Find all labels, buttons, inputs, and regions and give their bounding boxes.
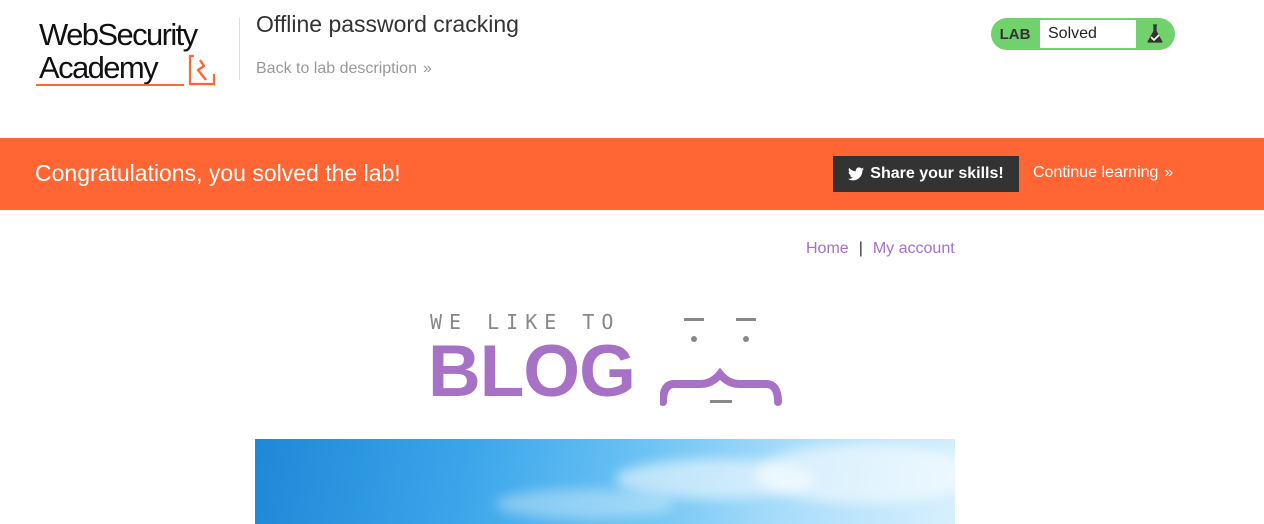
blog-logo-word: BLOG — [428, 331, 636, 412]
continue-learning-link[interactable]: Continue learning » — [1033, 164, 1173, 182]
double-chevron-right-icon: » — [1164, 164, 1174, 181]
lab-title: Offline password cracking — [256, 11, 519, 37]
nav-separator: | — [858, 240, 863, 257]
logo-underline — [36, 84, 184, 86]
my-account-link[interactable]: My account — [873, 240, 955, 258]
home-link[interactable]: Home — [806, 240, 849, 258]
blog-face-icon — [660, 318, 782, 406]
share-skills-label: Share your skills! — [870, 165, 1004, 182]
web-security-academy-logo[interactable]: WebSecurity Academy — [36, 14, 236, 90]
continue-learning-label: Continue learning — [1033, 164, 1159, 181]
header-divider — [239, 18, 240, 80]
lab-status-widget: LAB Solved — [991, 18, 1175, 50]
academy-header: WebSecurity Academy Offline password cra… — [0, 0, 1264, 138]
congratulations-message: Congratulations, you solved the lab! — [35, 160, 401, 186]
lab-status-tag: LAB — [999, 25, 1031, 43]
logo-text-line2: Academy — [39, 50, 159, 85]
blog-nav: Home | My account — [806, 240, 955, 258]
logo-bolt-icon — [188, 54, 216, 86]
back-to-lab-description-link[interactable]: Back to lab description » — [256, 60, 432, 78]
back-link-label: Back to lab description — [256, 60, 417, 77]
logo-text-line1: WebSecurity — [39, 17, 198, 52]
blog-logo: WE LIKE TO BLOG — [428, 308, 788, 412]
share-skills-button[interactable]: Share your skills! — [833, 156, 1019, 192]
flask-icon — [1137, 19, 1173, 49]
blog-hero-image — [255, 439, 955, 524]
twitter-icon — [848, 167, 865, 181]
double-chevron-right-icon: » — [422, 60, 432, 77]
lab-status-value: Solved — [1039, 19, 1137, 49]
